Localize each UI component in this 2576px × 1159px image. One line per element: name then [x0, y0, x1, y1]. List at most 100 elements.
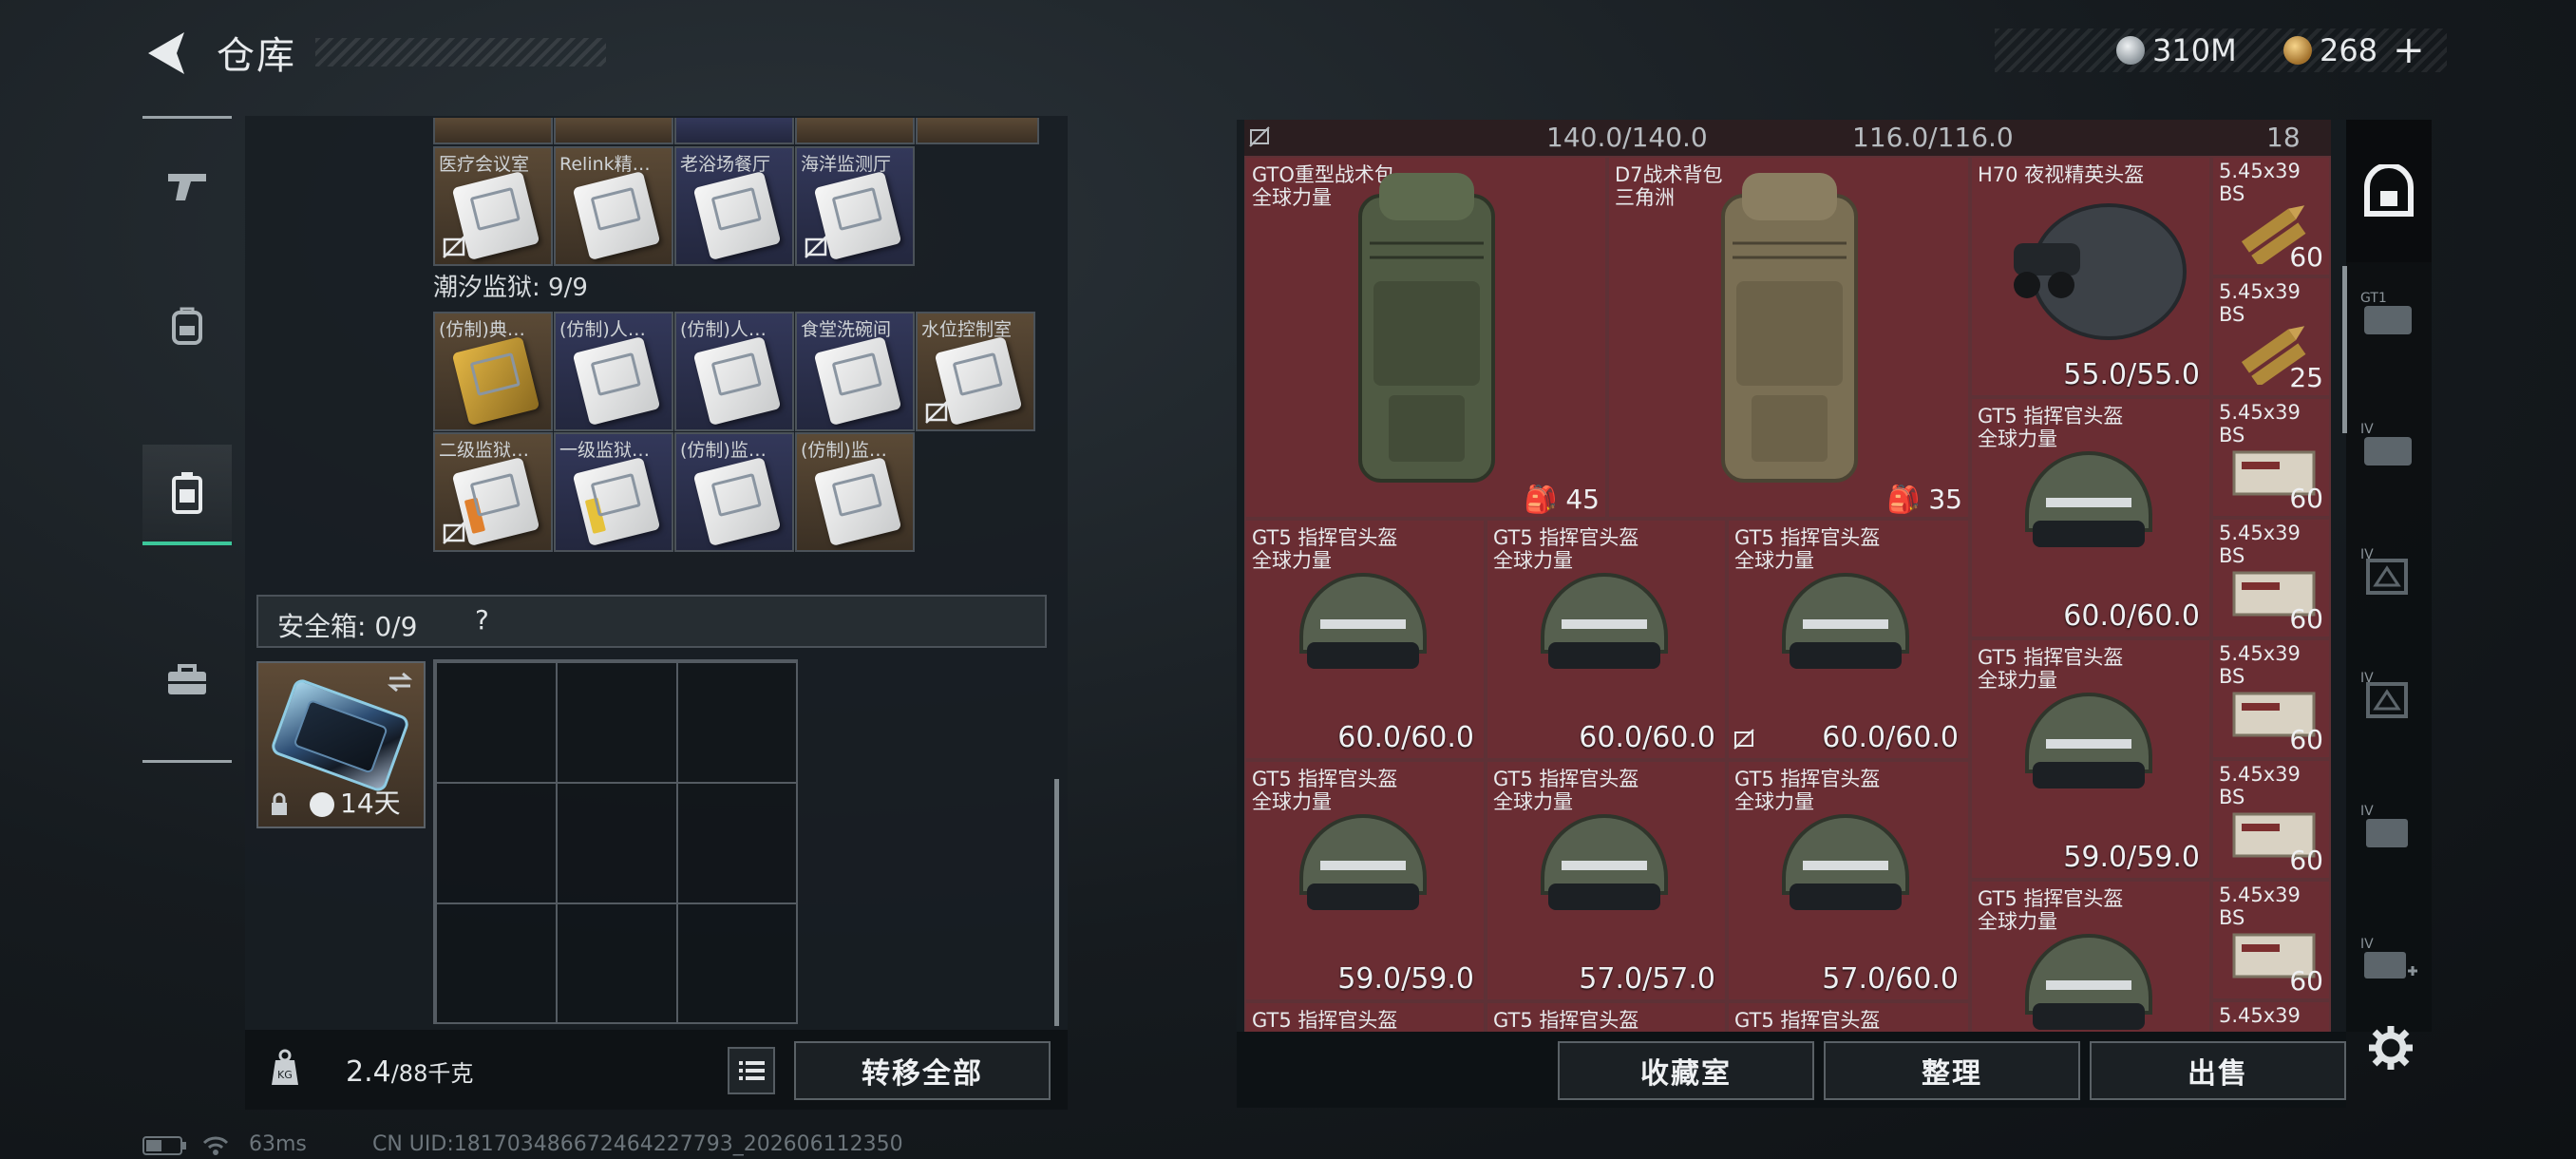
category-iv-4[interactable]: IV [2346, 770, 2432, 884]
category-gt1[interactable]: GT1 [2346, 256, 2432, 370]
container-add-icon: IV [2360, 937, 2417, 978]
category-iv-1[interactable]: IV [2346, 388, 2432, 502]
nav-item-keycards[interactable] [142, 445, 232, 545]
helmet-image [1541, 814, 1668, 910]
sort-button[interactable]: 整理 [1824, 1041, 2080, 1100]
key-slot[interactable]: 老浴场餐厅 [674, 146, 794, 266]
item-name: GT5 指挥官头盔 [1493, 1009, 1639, 1032]
back-button[interactable] [142, 27, 190, 80]
pistol-icon [168, 174, 206, 200]
sell-button[interactable]: 出售 [2090, 1041, 2346, 1100]
key-slot[interactable]: 一级监狱… [554, 432, 673, 552]
list-icon [739, 1061, 765, 1080]
swap-icon[interactable] [386, 671, 414, 694]
no-carry-icon [805, 236, 827, 258]
ammo-item[interactable]: 5.45x39 BS 60 [2211, 759, 2331, 880]
ammo-item[interactable]: 5.45x39 BS 60 [2211, 638, 2331, 759]
helmet-item[interactable]: GT5 指挥官头盔 全球力量 60.0/60.0 [1970, 397, 2211, 638]
category-iv-2[interactable]: IV [2346, 513, 2432, 627]
helmet-image [2025, 693, 2152, 788]
helmet-item[interactable]: GT5 指挥官头盔 全球力量 59.0/59.0 [1244, 760, 1486, 1001]
add-currency-button[interactable]: + [2393, 28, 2425, 72]
helmet-item[interactable]: GT5 指挥官头盔 全球力量 60.0/60.0 [1244, 519, 1486, 760]
helmet-item-partial[interactable]: GT5 指挥官头盔 [1244, 1001, 1486, 1032]
category-iv-add[interactable]: IV [2346, 902, 2432, 1016]
back-arrow-icon [148, 32, 184, 74]
key-slot[interactable]: (仿制)典… [433, 312, 553, 431]
key-label: (仿制)人… [680, 319, 767, 340]
left-panel-scrollbar[interactable] [1054, 779, 1059, 1026]
ammo-item[interactable]: 5.45x39 BS 60 [2211, 156, 2331, 276]
key-slot[interactable]: (仿制)人… [674, 312, 794, 431]
nvg-helmet-item[interactable]: H70 夜视精英头盔 55.0/55.0 [1970, 156, 2211, 397]
safebox-grid[interactable] [433, 659, 798, 1024]
nav-item-toolbox[interactable] [142, 629, 232, 730]
ammo-item[interactable]: 5.45x39 BS 25 [2211, 276, 2331, 397]
transfer-all-button[interactable]: 转移全部 [794, 1041, 1051, 1100]
nav-item-gear[interactable] [142, 276, 232, 376]
nvg-helmet-image [2014, 203, 2187, 340]
item-subname: 三角洲 [1615, 186, 1675, 209]
item-durability: 116.0/116.0 [1852, 122, 2014, 153]
svg-text:IV: IV [2360, 804, 2374, 819]
weight-max: /88千克 [390, 1060, 474, 1087]
key-slot[interactable]: 医疗会议室 [433, 146, 553, 266]
stash-grid[interactable]: 140.0/140.0 116.0/116.0 18 GTO重型战术包 全球力量… [1244, 120, 2331, 1032]
ammo-item[interactable]: 5.45x39 BS 60 [2211, 880, 2331, 1000]
backpack-image [1358, 173, 1495, 483]
key-slot[interactable]: 二级监狱… [433, 432, 553, 552]
container-iv-icon: IV [2360, 671, 2408, 718]
key-slot[interactable]: 海洋监测厅 [795, 146, 915, 266]
key-slot[interactable]: 水位控制室 [916, 312, 1035, 431]
helmet-item-partial[interactable]: GT5 指挥官头盔 [1486, 1001, 1727, 1032]
nav-item-weapons[interactable] [142, 135, 232, 236]
weight-current: 2.4 [346, 1055, 391, 1089]
key-slot[interactable]: 食堂洗碗间 [795, 312, 915, 431]
backpack-item-d7[interactable]: D7战术背包 三角洲 🎒 35 [1607, 156, 1970, 519]
backpack-item-gto[interactable]: GTO重型战术包 全球力量 🎒 45 [1244, 156, 1607, 519]
category-iv-3[interactable]: IV [2346, 636, 2432, 750]
item-durability: 140.0/140.0 [1546, 122, 1708, 153]
helmet-item[interactable]: GT5 指挥官头盔 全球力量 60.0/60.0 [1486, 519, 1727, 760]
helmet-item[interactable]: GT5 指挥官头盔 全球力量 [1970, 880, 2211, 1032]
helmet-item[interactable]: GT5 指挥官头盔 全球力量 57.0/60.0 [1727, 760, 1970, 1001]
all-items-icon [2364, 164, 2414, 217]
container-iv-icon: IV [2360, 804, 2408, 847]
key-slot-clipped[interactable] [554, 118, 673, 144]
item-name: 5.45x39 [2219, 642, 2301, 665]
ammo-item-partial[interactable]: 5.45x39 [2211, 1000, 2331, 1032]
key-slot-clipped[interactable] [674, 118, 794, 144]
svg-text:KG: KG [277, 1069, 293, 1081]
helmet-item[interactable]: GT5 指挥官头盔 全球力量 57.0/57.0 [1486, 760, 1727, 1001]
wifi-icon [202, 1136, 229, 1155]
ammo-item[interactable]: 5.45x39 BS 60 [2211, 397, 2331, 518]
key-slot-clipped[interactable] [433, 118, 553, 144]
collection-room-button[interactable]: 收藏室 [1558, 1041, 1814, 1100]
item-durability: 59.0/59.0 [2063, 841, 2200, 874]
key-slot[interactable]: (仿制)监… [795, 432, 915, 552]
section-label-tidal-prison: 潮汐监狱: 9/9 [433, 274, 588, 302]
item-name: H70 夜视精英头盔 [1978, 163, 2145, 186]
settings-gear-icon[interactable] [2367, 1024, 2415, 1072]
item-durability: 57.0/57.0 [1579, 962, 1715, 996]
key-slot-clipped[interactable] [916, 118, 1039, 144]
item-name: 5.45x39 [2219, 280, 2301, 303]
keycard-image [813, 335, 902, 427]
item-subname: 全球力量 [1252, 186, 1332, 209]
ammo-item[interactable]: 5.45x39 BS 60 [2211, 518, 2331, 638]
key-slot-clipped[interactable] [795, 118, 915, 144]
key-slot[interactable]: (仿制)人… [554, 312, 673, 431]
item-name: GT5 指挥官头盔 [1252, 1009, 1398, 1032]
category-all[interactable] [2346, 135, 2432, 249]
key-slot[interactable]: (仿制)监… [674, 432, 794, 552]
item-name: 5.45x39 [2219, 401, 2301, 424]
safebox-container-item[interactable]: 14天 [256, 661, 426, 828]
key-slot[interactable]: Relink精… [554, 146, 673, 266]
helmet-item-partial[interactable]: GT5 指挥官头盔 [1727, 1001, 1970, 1032]
safebox-help-button[interactable]: ? [475, 604, 489, 636]
helmet-item[interactable]: GT5 指挥官头盔 全球力量 59.0/59.0 [1970, 638, 2211, 880]
no-carry-icon [443, 236, 465, 258]
backpack-icon [172, 307, 202, 345]
helmet-item[interactable]: GT5 指挥官头盔 全球力量 60.0/60.0 [1727, 519, 1970, 760]
list-view-button[interactable] [728, 1047, 775, 1094]
